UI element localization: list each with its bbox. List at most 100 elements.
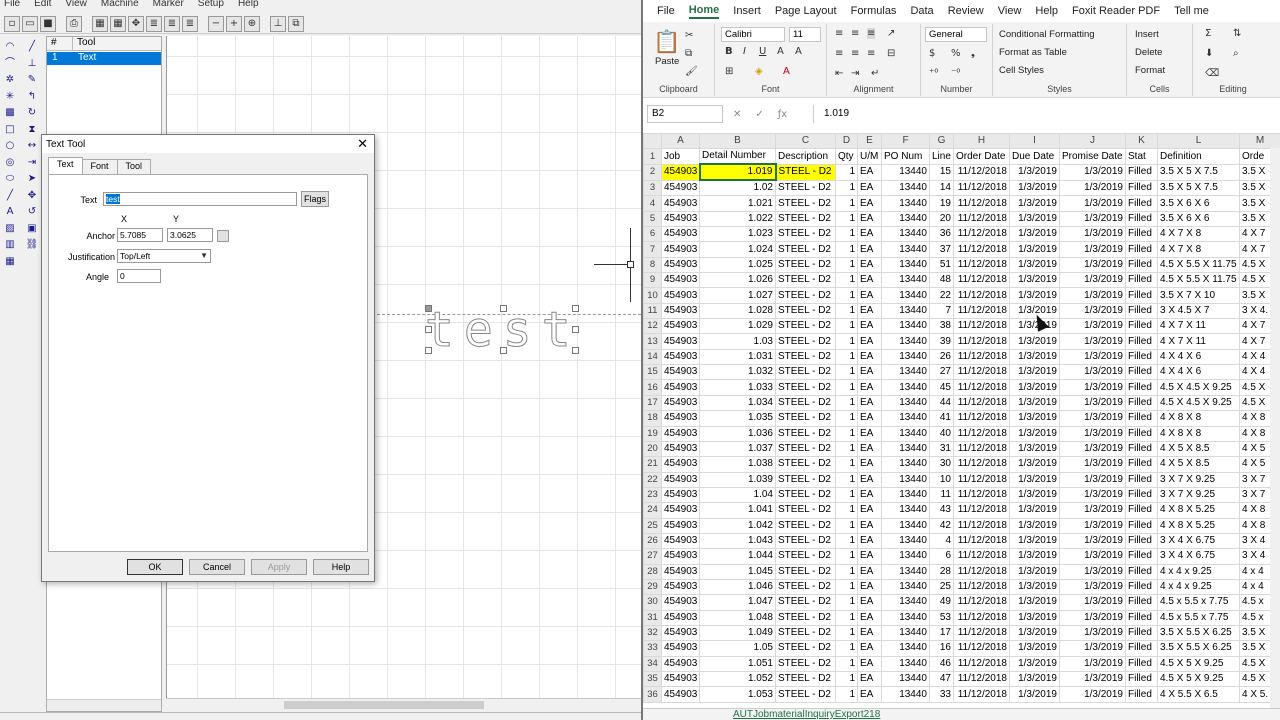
table-cell[interactable]: 39 bbox=[929, 333, 954, 350]
table-cell[interactable]: 13440 bbox=[881, 517, 930, 534]
table-cell[interactable]: 13440 bbox=[881, 532, 930, 550]
menu-edit[interactable]: Edit bbox=[34, 0, 51, 12]
paste-icon[interactable]: ⧉ bbox=[288, 15, 304, 32]
table-cell[interactable]: 11/12/2018 bbox=[953, 210, 1010, 228]
table-cell[interactable]: 13440 bbox=[881, 256, 930, 274]
table-cell[interactable]: 13440 bbox=[881, 471, 930, 488]
table-cell[interactable]: 11/12/2018 bbox=[953, 640, 1010, 657]
table-cell[interactable]: 13440 bbox=[881, 241, 930, 258]
tab-formulas[interactable]: Formulas bbox=[851, 5, 897, 17]
row-header[interactable]: 15 bbox=[643, 364, 662, 381]
table-cell[interactable]: 1 bbox=[835, 578, 858, 596]
table-cell[interactable]: 44 bbox=[929, 394, 954, 412]
table-cell[interactable]: 454903 bbox=[661, 163, 700, 181]
table-cell[interactable]: Filled bbox=[1125, 425, 1158, 442]
table-cell[interactable]: 1 bbox=[835, 686, 858, 703]
table-cell[interactable]: Filled bbox=[1125, 563, 1158, 580]
table-cell[interactable]: 1 bbox=[835, 440, 858, 458]
table-cell[interactable]: 1 bbox=[835, 226, 858, 243]
align-middle-icon[interactable]: ≡ bbox=[851, 28, 859, 39]
align-icon[interactable]: ≣ bbox=[146, 15, 162, 32]
table-cell[interactable]: 1/3/2019 bbox=[1059, 517, 1126, 534]
table-cell[interactable]: 1 bbox=[835, 241, 858, 258]
table-cell[interactable]: 1 bbox=[835, 302, 858, 320]
text-input[interactable]: test bbox=[103, 192, 297, 206]
table-cell[interactable]: 11/12/2018 bbox=[953, 272, 1010, 289]
table-cell[interactable]: EA bbox=[857, 348, 882, 366]
table-cell[interactable]: 1/3/2019 bbox=[1009, 195, 1060, 212]
table-cell[interactable]: 1/3/2019 bbox=[1009, 686, 1060, 703]
table-cell[interactable]: 1/3/2019 bbox=[1059, 379, 1126, 396]
align-bottom-icon[interactable]: ≡ bbox=[867, 28, 876, 39]
table-cell[interactable]: 11/12/2018 bbox=[953, 302, 1010, 320]
table-cell[interactable]: 1 bbox=[835, 456, 858, 473]
table-cell[interactable]: Filled bbox=[1125, 578, 1158, 596]
table-cell[interactable]: 1.053 bbox=[699, 686, 776, 703]
row-header[interactable]: 27 bbox=[643, 548, 662, 565]
table-cell[interactable]: EA bbox=[857, 670, 882, 688]
table-cell[interactable]: 1/3/2019 bbox=[1009, 425, 1060, 442]
align-top-icon[interactable]: ≡ bbox=[835, 28, 843, 39]
table-cell[interactable]: Filled bbox=[1125, 486, 1158, 504]
table-cell[interactable]: 454903 bbox=[661, 241, 700, 258]
table-cell[interactable]: Filled bbox=[1125, 548, 1158, 565]
table-cell[interactable]: Filled bbox=[1125, 609, 1158, 626]
table-cell[interactable]: U/M bbox=[857, 148, 882, 165]
table-cell[interactable]: EA bbox=[857, 456, 882, 473]
table-cell[interactable]: 11/12/2018 bbox=[953, 471, 1010, 488]
table-cell[interactable]: 43 bbox=[929, 502, 954, 519]
table-cell[interactable]: 1 bbox=[835, 471, 858, 488]
link-tool-icon[interactable]: ⛓ bbox=[24, 238, 40, 252]
table-cell[interactable]: EA bbox=[857, 502, 882, 519]
borders-icon[interactable]: ⊞ bbox=[725, 66, 733, 77]
table-cell[interactable]: 11/12/2018 bbox=[953, 624, 1010, 642]
table-cell[interactable]: 45 bbox=[929, 379, 954, 396]
path-tool-icon[interactable]: ↰ bbox=[24, 90, 40, 104]
table-cell[interactable]: 19 bbox=[929, 195, 954, 212]
table-cell[interactable]: 46 bbox=[929, 655, 954, 673]
table-cell[interactable]: 1.032 bbox=[699, 364, 776, 381]
table-cell[interactable]: 4 x 4 x 9.25 bbox=[1157, 563, 1240, 580]
table-cell[interactable]: 11/12/2018 bbox=[953, 502, 1010, 519]
table-cell[interactable]: 13440 bbox=[881, 578, 930, 596]
table-cell[interactable]: 1 bbox=[835, 532, 858, 550]
table-cell[interactable]: 1 bbox=[835, 624, 858, 642]
table-cell[interactable]: 27 bbox=[929, 364, 954, 381]
table-cell[interactable]: 454903 bbox=[661, 532, 700, 550]
copy-icon[interactable]: ⧉ bbox=[685, 48, 692, 59]
grow-font-icon[interactable]: A bbox=[777, 46, 784, 57]
underline-icon[interactable]: U bbox=[759, 46, 766, 57]
table-cell[interactable]: 1 bbox=[835, 195, 858, 212]
line-tool-icon[interactable]: ╱ bbox=[24, 40, 40, 54]
table-cell[interactable]: 454903 bbox=[661, 379, 700, 396]
table-cell[interactable]: 1.019 bbox=[698, 163, 777, 182]
zoom-fit-icon[interactable]: ⊕ bbox=[244, 15, 260, 32]
table-cell[interactable]: 4 X 8 X 8 bbox=[1157, 410, 1240, 427]
table-cell[interactable]: 49 bbox=[929, 594, 954, 611]
table-cell[interactable]: 1/3/2019 bbox=[1009, 640, 1060, 657]
select-all-corner[interactable] bbox=[643, 132, 662, 150]
selection-handle[interactable] bbox=[572, 326, 579, 333]
save-icon[interactable]: ■ bbox=[40, 15, 56, 32]
table-cell[interactable]: 1/3/2019 bbox=[1059, 624, 1126, 642]
table-cell[interactable]: 1/3/2019 bbox=[1009, 563, 1060, 580]
table-cell[interactable]: Filled bbox=[1125, 624, 1158, 642]
table-cell[interactable]: EA bbox=[857, 655, 882, 673]
table-cell[interactable]: 13440 bbox=[881, 456, 930, 473]
slash-tool-icon[interactable]: ╱ bbox=[2, 189, 18, 203]
table-cell[interactable]: Filled bbox=[1125, 532, 1158, 550]
table-cell[interactable]: 1.047 bbox=[699, 594, 776, 611]
star-tool-icon[interactable]: ✳ bbox=[2, 90, 18, 104]
tab-page-layout[interactable]: Page Layout bbox=[775, 5, 837, 17]
table-cell[interactable]: 13440 bbox=[881, 624, 930, 642]
table-cell[interactable]: 1/3/2019 bbox=[1009, 364, 1060, 381]
canvas-horizontal-scrollbar[interactable] bbox=[166, 698, 641, 710]
table-cell[interactable]: 454903 bbox=[661, 594, 700, 611]
table-cell[interactable]: Filled bbox=[1125, 226, 1158, 243]
table-cell[interactable]: 1/3/2019 bbox=[1059, 440, 1126, 458]
table-cell[interactable]: 1.027 bbox=[699, 287, 776, 304]
menu-setup[interactable]: Setup bbox=[198, 0, 224, 12]
sheet-tab[interactable]: AUTJobmaterialInquiryExport218 bbox=[733, 709, 880, 720]
table-cell[interactable]: EA bbox=[857, 425, 882, 442]
table-cell[interactable]: 1.044 bbox=[699, 548, 776, 565]
